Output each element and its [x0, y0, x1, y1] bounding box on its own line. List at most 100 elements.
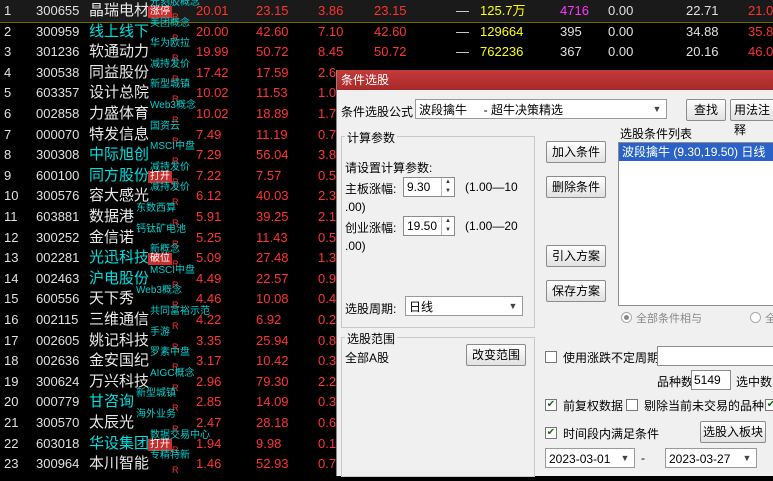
- change-amount: 0.5: [318, 167, 337, 183]
- row-index: 21: [4, 415, 19, 430]
- stock-code: 600100: [36, 167, 80, 183]
- stock-code: 300308: [36, 147, 80, 163]
- row-index: 13: [4, 250, 19, 266]
- change-percent: 2.96: [196, 373, 222, 389]
- period-select[interactable]: 日线 ▼: [405, 296, 523, 316]
- stock-code: 300538: [36, 64, 80, 80]
- all-conditions-and-radio[interactable]: [621, 312, 632, 323]
- change-percent: 1.46: [196, 456, 222, 472]
- stock-name: 甘咨询: [89, 393, 135, 411]
- extra-checkbox[interactable]: ✔: [765, 399, 773, 411]
- row-index: 18: [4, 353, 19, 369]
- param2-input[interactable]: 19.50 ▲ ▼: [403, 216, 455, 236]
- chevron-down-icon: ▼: [652, 104, 662, 114]
- row-index: 10: [4, 188, 19, 204]
- stock-name: 晶瑞电材: [89, 2, 150, 19]
- status-badge: 打开: [148, 170, 172, 183]
- stock-name: 同方股份: [89, 166, 150, 184]
- param2-spinner[interactable]: ▲ ▼: [441, 217, 454, 235]
- current-price: 28.18: [256, 415, 289, 430]
- change-percent: 3.35: [196, 332, 222, 348]
- add-condition-button[interactable]: 加入条件: [546, 141, 606, 163]
- concept-tag: 钙钛矿电池: [136, 223, 186, 235]
- r-marker-icon: R: [172, 465, 179, 476]
- current-price: 10.42: [256, 353, 289, 369]
- stock-name: 特发信息: [89, 125, 150, 143]
- use-period-checkbox[interactable]: [545, 351, 557, 363]
- stock-code: 301236: [36, 44, 80, 60]
- stock-name: 太辰光: [89, 414, 135, 431]
- change-percent: 5.25: [196, 229, 222, 245]
- calc-hint: 请设置计算参数:: [345, 161, 433, 175]
- current-price: 42.60: [256, 23, 289, 39]
- stock-code: 603018: [36, 435, 80, 451]
- delete-condition-button[interactable]: 删除条件: [546, 176, 606, 198]
- use-period-label: 使用涨跌不定周期: [563, 351, 660, 365]
- change-range-button[interactable]: 改变范围: [466, 344, 526, 366]
- row-index: 20: [4, 394, 19, 410]
- row-index: 9: [4, 167, 12, 183]
- change-amount: 7.10: [318, 23, 344, 39]
- current-price: 7.57: [256, 167, 282, 183]
- condition-list-label: 选股条件列表: [620, 127, 693, 141]
- stock-code: 002281: [36, 250, 80, 266]
- concept-tag: 共同富裕示范: [150, 306, 210, 317]
- param1-spinner[interactable]: ▲ ▼: [441, 178, 454, 196]
- condition-list-item[interactable]: 波段擒牛 (9.30,19.50) 日线: [619, 143, 773, 161]
- concept-tag: 海外业务: [136, 409, 176, 420]
- change-percent: 10.02: [196, 85, 229, 101]
- status-badge: 涨停: [148, 6, 172, 18]
- change-amount: 1.7: [318, 106, 337, 121]
- stock-code: 600556: [36, 291, 80, 307]
- save-scheme-button[interactable]: 保存方案: [546, 280, 606, 302]
- row-index: 23: [4, 456, 19, 472]
- table-row[interactable]: 2 300959 线上线下 20.00 42.60 7.10 42.60 — 129664 395…: [0, 18, 773, 43]
- row-index: 17: [4, 332, 19, 348]
- time-range-checkbox[interactable]: ✔: [545, 427, 557, 439]
- param2-value: 19.50: [407, 219, 438, 233]
- concept-tag: 华为欧拉: [150, 38, 190, 50]
- dialog-title: 条件选股: [337, 70, 773, 90]
- total-volume: 125.7万: [480, 3, 526, 18]
- row-index: 15: [4, 291, 19, 307]
- usage-button[interactable]: 用法注释: [730, 99, 773, 137]
- row-index: 6: [4, 106, 12, 121]
- row-index: 22: [4, 435, 19, 451]
- any-condition-radio[interactable]: [750, 312, 761, 323]
- add-to-block-button[interactable]: 选股入板块: [700, 421, 766, 443]
- period-value: 日线: [409, 300, 434, 314]
- pre-weight-checkbox[interactable]: ✔: [545, 399, 557, 411]
- stock-name: 光迅科技: [89, 249, 150, 267]
- date-to-select[interactable]: 2023-03-27 ▼: [665, 448, 757, 468]
- stock-code: 002463: [36, 270, 80, 286]
- current-price: 6.92: [256, 312, 282, 327]
- change-amount: 2.6: [318, 64, 337, 80]
- stock-name: 金信诺: [89, 228, 135, 246]
- change-amount: 0.1: [318, 435, 337, 451]
- condition-list[interactable]: 波段擒牛 (9.30,19.50) 日线: [618, 142, 773, 306]
- period-range-input[interactable]: [657, 346, 773, 366]
- row-index: 5: [4, 85, 12, 101]
- row-index: 1: [4, 3, 12, 18]
- change-amount: 0.4: [318, 291, 337, 307]
- stock-name: 设计总院: [89, 84, 150, 102]
- formula-select[interactable]: 波段擒牛 - 超牛决策精选 ▼: [415, 99, 667, 119]
- current-price: 11.43: [256, 229, 288, 245]
- table-row[interactable]: 1 300655 晶瑞电材 20.01 23.15 3.86 23.15 — 125.7万 471…: [0, 0, 773, 23]
- turnover-rate: 20.16: [686, 44, 719, 60]
- stock-name: 线上线下: [89, 22, 150, 40]
- import-scheme-button[interactable]: 引入方案: [546, 245, 606, 267]
- stock-name: 天下秀: [89, 290, 135, 308]
- condition-stock-picker-dialog: 条件选股 条件选股公式 波段擒牛 - 超牛决策精选 ▼ 查找 用法注释 计算参数…: [336, 70, 773, 477]
- exclude-untraded-checkbox[interactable]: [626, 399, 638, 411]
- find-button[interactable]: 查找: [686, 99, 726, 121]
- row-index: 19: [4, 373, 19, 389]
- date-from-select[interactable]: 2023-03-01 ▼: [545, 448, 635, 468]
- change-percent: 20.00: [196, 23, 229, 39]
- param1-input[interactable]: 9.30 ▲ ▼: [403, 177, 455, 197]
- change-amount: 0.6: [318, 415, 337, 430]
- table-row[interactable]: 3 301236 软通动力 19.99 50.72 8.45 50.72 — 762236 367…: [0, 38, 773, 63]
- time-range-label: 时间段内满足条件: [563, 427, 660, 441]
- change-amount: 0.5: [318, 229, 337, 245]
- current-volume: 395: [560, 23, 582, 39]
